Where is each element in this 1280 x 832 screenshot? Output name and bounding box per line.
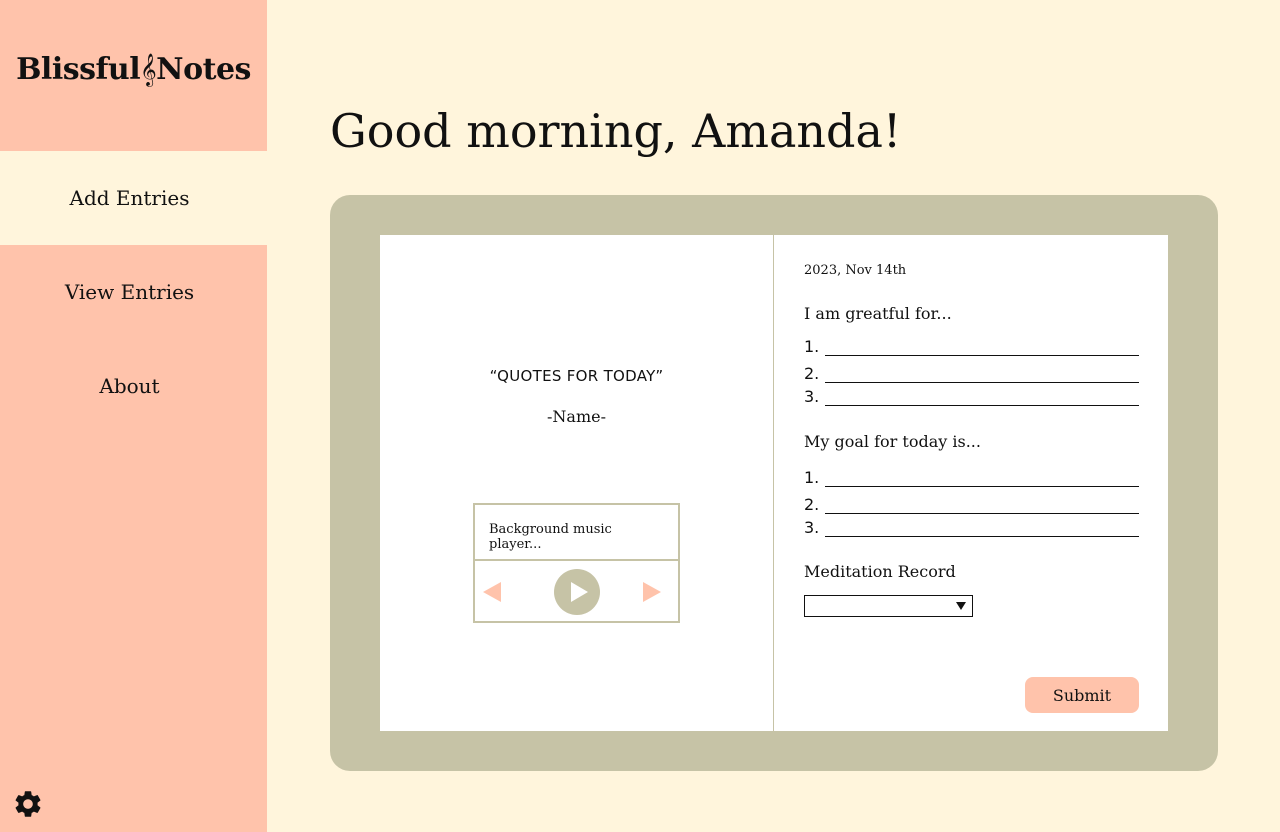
grateful-line-1: 1. xyxy=(804,334,1139,356)
grateful-input-2[interactable] xyxy=(825,363,1139,383)
line-number: 1. xyxy=(804,337,820,356)
goal-line-2: 2. xyxy=(804,492,1139,514)
next-icon[interactable] xyxy=(643,582,661,602)
entry-date: 2023, Nov 14th xyxy=(804,263,907,278)
goal-line-3: 3. xyxy=(804,515,1139,537)
logo-text-left: Blissful xyxy=(16,52,141,87)
sidebar-item-add-entries[interactable]: Add Entries xyxy=(0,151,267,245)
sidebar-item-view-entries[interactable]: View Entries xyxy=(0,245,267,339)
meditation-select[interactable] xyxy=(804,595,973,617)
line-number: 3. xyxy=(804,387,820,406)
app-logo[interactable]: Blissful𝄞Notes xyxy=(0,52,267,87)
page-title: Good morning, Amanda! xyxy=(330,104,902,158)
line-number: 1. xyxy=(804,468,820,487)
music-player-title: Background music player... xyxy=(475,505,678,561)
sidebar-item-label: Add Entries xyxy=(69,186,190,210)
treble-clef-icon: 𝄞 xyxy=(140,53,157,86)
play-icon[interactable] xyxy=(554,569,600,615)
line-number: 2. xyxy=(804,495,820,514)
music-player: Background music player... xyxy=(473,503,680,623)
gear-icon[interactable] xyxy=(12,788,44,820)
grateful-line-3: 3. xyxy=(804,384,1139,406)
grateful-label: I am greatful for... xyxy=(804,304,952,323)
sidebar-item-label: About xyxy=(99,374,160,398)
goal-line-1: 1. xyxy=(804,465,1139,487)
goal-input-2[interactable] xyxy=(825,494,1139,514)
goal-label: My goal for today is... xyxy=(804,432,981,451)
meditation-label: Meditation Record xyxy=(804,562,956,581)
right-page: 2023, Nov 14th I am greatful for... 1. 2… xyxy=(774,235,1168,731)
left-page: “QUOTES FOR TODAY” -Name- Background mus… xyxy=(380,235,774,731)
quote-text: “QUOTES FOR TODAY” xyxy=(489,367,664,385)
sidebar: Blissful𝄞Notes Add Entries View Entries … xyxy=(0,0,267,832)
submit-button[interactable]: Submit xyxy=(1025,677,1139,713)
previous-icon[interactable] xyxy=(483,582,501,602)
line-number: 3. xyxy=(804,518,820,537)
grateful-input-1[interactable] xyxy=(825,336,1139,356)
goal-input-3[interactable] xyxy=(825,517,1139,537)
logo-text-right: Notes xyxy=(156,52,251,87)
chevron-down-icon xyxy=(956,602,966,610)
journal-book: “QUOTES FOR TODAY” -Name- Background mus… xyxy=(330,195,1218,771)
sidebar-item-about[interactable]: About xyxy=(0,339,267,433)
music-player-controls xyxy=(475,561,678,621)
grateful-line-2: 2. xyxy=(804,361,1139,383)
quote-author: -Name- xyxy=(547,407,606,426)
line-number: 2. xyxy=(804,364,820,383)
sidebar-item-label: View Entries xyxy=(64,280,195,304)
grateful-input-3[interactable] xyxy=(825,386,1139,406)
goal-input-1[interactable] xyxy=(825,467,1139,487)
